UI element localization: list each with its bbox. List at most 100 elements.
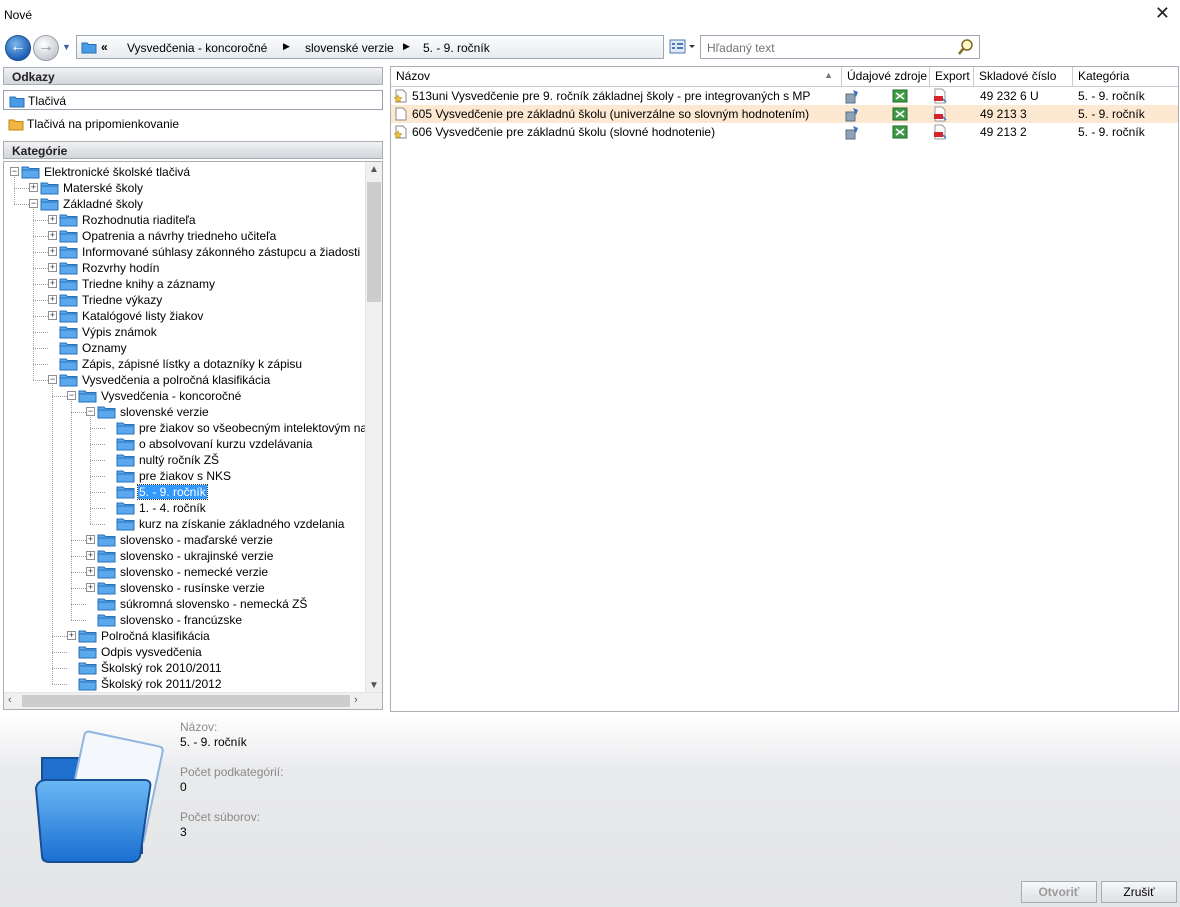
link-tlaciva[interactable]: Tlačivá xyxy=(3,90,383,110)
pdf-icon[interactable] xyxy=(932,124,948,140)
row-name: 605 Vysvedčenie pre základnú školu (univ… xyxy=(412,107,810,121)
collapse-icon[interactable]: − xyxy=(29,199,38,208)
expand-icon[interactable]: + xyxy=(48,215,57,224)
tree-node-label: slovensko - maďarské verzie xyxy=(120,533,273,547)
column-header-name[interactable]: Názov ▲ xyxy=(391,67,842,86)
link-tlaciva-na-pripomienkovanie[interactable]: Tlačivá na pripomienkovanie xyxy=(3,114,383,134)
toolbar: ← → ▼ « Vysvedčenia - koncoročné ▶ slove… xyxy=(2,33,1178,63)
folder-icon xyxy=(97,613,117,630)
close-icon[interactable]: ✕ xyxy=(1155,4,1170,22)
folder-icon xyxy=(59,357,79,374)
tree-node-label: slovensko - rusínske verzie xyxy=(120,581,265,595)
tree-connector xyxy=(33,364,48,365)
scroll-right-icon[interactable]: › xyxy=(354,694,358,706)
data-source-icon[interactable] xyxy=(844,106,860,122)
folder-icon xyxy=(97,597,117,614)
large-folder-icon xyxy=(34,730,164,863)
link-label: Tlačivá xyxy=(28,94,67,108)
column-header-stock-number[interactable]: Skladové číslo xyxy=(974,67,1073,86)
name-value: 5. - 9. ročník xyxy=(180,735,247,749)
collapse-icon[interactable]: − xyxy=(67,391,76,400)
search-box[interactable] xyxy=(700,35,980,59)
excel-icon[interactable] xyxy=(892,88,908,104)
folder-icon xyxy=(116,453,136,470)
links-header: Odkazy xyxy=(3,67,383,85)
files-value: 3 xyxy=(180,825,187,839)
collapse-icon[interactable]: − xyxy=(86,407,95,416)
expand-icon[interactable]: + xyxy=(86,551,95,560)
table-row[interactable]: 606 Vysvedčenie pre základnú školu (slov… xyxy=(391,123,1178,141)
row-name: 513uni Vysvedčenie pre 9. ročník základn… xyxy=(412,89,811,103)
pdf-icon[interactable] xyxy=(932,106,948,122)
column-header-data-sources[interactable]: Údajové zdroje xyxy=(842,67,930,86)
address-bar[interactable]: « Vysvedčenia - koncoročné ▶ slovenské v… xyxy=(76,35,664,59)
search-icon[interactable] xyxy=(957,38,975,56)
tree-vertical-scrollbar[interactable]: ▲ ▼ xyxy=(365,162,382,693)
excel-icon[interactable] xyxy=(892,124,908,140)
data-source-icon[interactable] xyxy=(844,88,860,104)
categories-header: Kategórie xyxy=(3,141,383,159)
tree-connector xyxy=(52,684,67,685)
folder-icon xyxy=(78,645,98,662)
expand-icon[interactable]: + xyxy=(48,247,57,256)
forward-button[interactable]: → xyxy=(33,35,59,61)
expand-icon[interactable]: + xyxy=(48,311,57,320)
collapse-icon[interactable]: − xyxy=(10,167,19,176)
tree-node-label: Oznamy xyxy=(82,341,127,355)
open-button[interactable]: Otvoriť xyxy=(1021,881,1097,903)
window-title: Nové xyxy=(4,8,33,22)
breadcrumb-2[interactable]: slovenské verzie xyxy=(305,41,394,55)
tree-node-label: nultý ročník ZŠ xyxy=(139,453,220,467)
tree-connector xyxy=(52,636,67,637)
tree-connector xyxy=(52,396,67,397)
breadcrumb-1[interactable]: Vysvedčenia - koncoročné xyxy=(127,41,267,55)
folder-icon xyxy=(116,437,136,454)
folder-icon xyxy=(116,421,136,438)
tree-node-label: o absolvovaní kurzu vzdelávania xyxy=(139,437,313,451)
expand-icon[interactable]: + xyxy=(86,583,95,592)
category-tree[interactable]: − Elektronické školské tlačivá + Materské š… xyxy=(3,161,383,710)
collapse-icon[interactable]: − xyxy=(48,375,57,384)
expand-icon[interactable]: + xyxy=(48,263,57,272)
breadcrumb-separator-icon[interactable]: ▶ xyxy=(403,41,410,52)
column-header-export[interactable]: Export xyxy=(930,67,974,86)
table-row[interactable]: 513uni Vysvedčenie pre 9. ročník základn… xyxy=(391,87,1178,105)
sort-ascending-icon: ▲ xyxy=(824,70,833,80)
scroll-down-icon[interactable]: ▼ xyxy=(369,680,379,691)
tree-horizontal-scrollbar[interactable]: ‹ › xyxy=(4,692,382,709)
data-source-icon[interactable] xyxy=(844,124,860,140)
file-grid[interactable]: Názov ▲ Údajové zdroje Export Skladové č… xyxy=(390,66,1179,712)
table-row[interactable]: 605 Vysvedčenie pre základnú školu (univ… xyxy=(391,105,1178,123)
cancel-button[interactable]: Zrušiť xyxy=(1101,881,1177,903)
view-mode-button[interactable] xyxy=(668,36,698,58)
overflow-chevron-icon[interactable]: « xyxy=(101,40,108,54)
tree-connector xyxy=(33,348,48,349)
tree-connector xyxy=(90,508,105,509)
scroll-left-icon[interactable]: ‹ xyxy=(8,694,12,706)
tree-connector xyxy=(71,588,86,589)
breadcrumb-3[interactable]: 5. - 9. ročník xyxy=(423,41,490,55)
history-dropdown-icon[interactable]: ▼ xyxy=(62,42,71,52)
scrollbar-thumb[interactable] xyxy=(367,182,381,302)
expand-icon[interactable]: + xyxy=(48,231,57,240)
folder-icon xyxy=(59,261,79,278)
column-header-category[interactable]: Kategória xyxy=(1073,67,1178,86)
tree-node-label: Rozhodnutia riaditeľa xyxy=(82,213,196,227)
expand-icon[interactable]: + xyxy=(48,295,57,304)
scrollbar-thumb[interactable] xyxy=(22,695,350,707)
scroll-up-icon[interactable]: ▲ xyxy=(369,164,379,175)
back-button[interactable]: ← xyxy=(5,35,31,61)
excel-icon[interactable] xyxy=(892,106,908,122)
expand-icon[interactable]: + xyxy=(86,535,95,544)
folder-icon xyxy=(40,197,60,214)
search-input[interactable] xyxy=(705,39,949,57)
expand-icon[interactable]: + xyxy=(86,567,95,576)
expand-icon[interactable]: + xyxy=(48,279,57,288)
folder-icon xyxy=(9,96,25,108)
expand-icon[interactable]: + xyxy=(29,183,38,192)
breadcrumb-separator-icon[interactable]: ▶ xyxy=(283,41,290,52)
pdf-icon[interactable] xyxy=(932,88,948,104)
tree-connector xyxy=(14,188,29,189)
tree-connector xyxy=(52,385,53,684)
expand-icon[interactable]: + xyxy=(67,631,76,640)
